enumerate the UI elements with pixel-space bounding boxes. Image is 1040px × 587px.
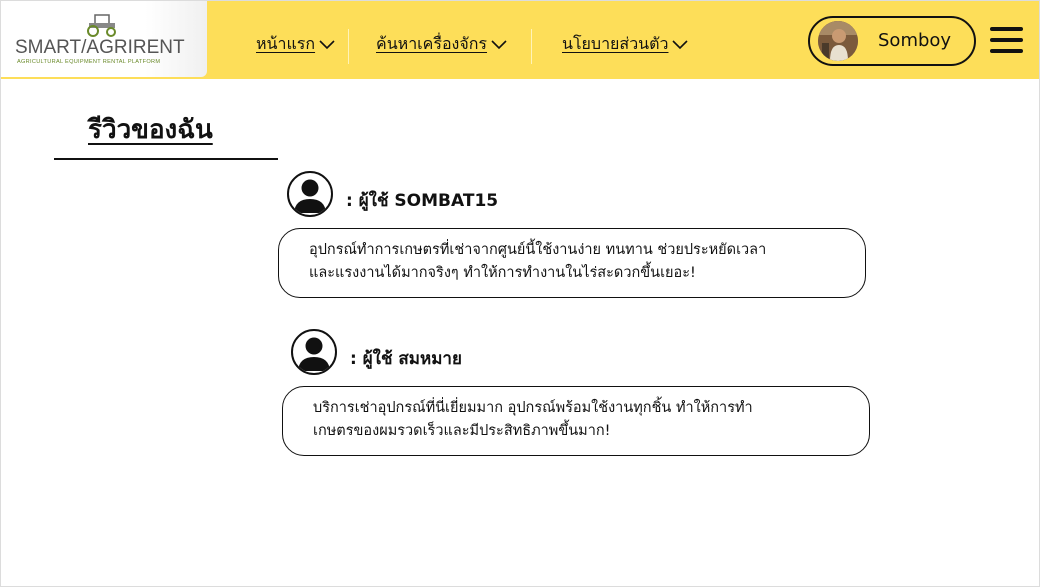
nav-item-privacy-policy[interactable]: นโยบายส่วนตัว	[562, 32, 689, 57]
user-avatar-icon	[287, 171, 333, 217]
review-username: : ผู้ใช้ สมหมาย	[350, 349, 462, 369]
user-avatar-icon	[291, 329, 337, 375]
page-title: รีวิวของฉัน	[88, 115, 213, 145]
review-text-line: อุปกรณ์ทำการเกษตรที่เช่าจากศูนย์นี้ใช้งา…	[309, 242, 767, 258]
logo-subtitle: AGRICULTURAL EQUIPMENT RENTAL PLATFORM	[17, 59, 161, 65]
nav-item-search-machines[interactable]: ค้นหาเครื่องจักร	[376, 32, 507, 57]
nav-item-label: นโยบายส่วนตัว	[562, 34, 669, 53]
chevron-down-icon	[491, 39, 507, 49]
chevron-down-icon	[319, 39, 335, 49]
review-card: อุปกรณ์ทำการเกษตรที่เช่าจากศูนย์นี้ใช้งา…	[278, 228, 866, 298]
nav-item-home[interactable]: หน้าแรก	[256, 32, 335, 57]
nav-divider	[531, 29, 532, 64]
hamburger-menu-icon[interactable]	[990, 27, 1024, 55]
logo[interactable]: SMART/AGRIRENT AGRICULTURAL EQUIPMENT RE…	[1, 1, 207, 77]
avatar	[818, 21, 858, 61]
review-card: บริการเช่าอุปกรณ์ที่นี่เยี่ยมมาก อุปกรณ์…	[282, 386, 870, 456]
top-navbar: SMART/AGRIRENT AGRICULTURAL EQUIPMENT RE…	[1, 1, 1039, 79]
title-divider	[54, 158, 278, 160]
user-name: Somboy	[878, 30, 952, 51]
nav-divider	[348, 29, 349, 64]
page-frame: SMART/AGRIRENT AGRICULTURAL EQUIPMENT RE…	[0, 0, 1040, 587]
chevron-down-icon	[672, 39, 689, 49]
review-text-line: และแรงงานได้มากจริงๆ ทำให้การทำงานในไร่ส…	[309, 265, 696, 281]
nav-item-label: ค้นหาเครื่องจักร	[376, 34, 488, 53]
logo-title: SMART/AGRIRENT	[15, 37, 185, 58]
review-text-line: บริการเช่าอุปกรณ์ที่นี่เยี่ยมมาก อุปกรณ์…	[313, 400, 753, 416]
review-text-line: เกษตรของผมรวดเร็วและมีประสิทธิภาพขึ้นมาก…	[313, 423, 611, 439]
user-profile-button[interactable]: Somboy	[808, 16, 976, 66]
tractor-icon	[87, 14, 116, 37]
review-username: : ผู้ใช้ SOMBAT15	[346, 191, 499, 211]
nav-item-label: หน้าแรก	[256, 34, 316, 53]
